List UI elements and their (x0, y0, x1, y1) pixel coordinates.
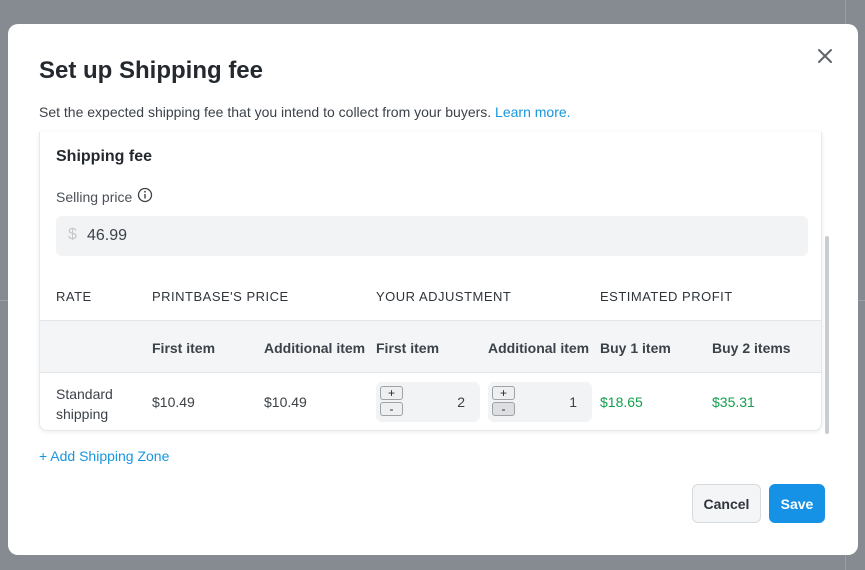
column-header-rate: RATE (56, 289, 92, 304)
increment-button[interactable]: + (492, 386, 515, 400)
selling-price-label: Selling price (56, 189, 133, 205)
column-header-printbase-price: PRINTBASE'S PRICE (152, 289, 289, 304)
adjust-first-item-stepper: + - 2 (376, 382, 480, 422)
price-first-item: $10.49 (152, 394, 195, 410)
subheader-adjust-additional-item: Additional item (488, 340, 590, 356)
close-button[interactable] (813, 44, 837, 68)
info-icon[interactable] (137, 187, 153, 203)
subtitle-text: Set the expected shipping fee that you i… (39, 104, 492, 120)
currency-symbol: $ (68, 226, 77, 243)
column-header-your-adjustment: YOUR ADJUSTMENT (376, 289, 512, 304)
decrement-button[interactable]: - (492, 402, 515, 416)
close-icon (818, 49, 832, 63)
column-header-estimated-profit: ESTIMATED PROFIT (600, 289, 733, 304)
shipping-fee-modal: Set up Shipping fee Set the expected shi… (8, 24, 858, 555)
scrollbar-thumb[interactable] (825, 236, 829, 434)
cancel-button[interactable]: Cancel (692, 484, 761, 523)
learn-more-link[interactable]: Learn more. (495, 104, 570, 120)
selling-price-field: $ (56, 216, 808, 256)
subheader-adjust-first-item: First item (376, 340, 440, 356)
section-title: Shipping fee (56, 148, 152, 165)
add-shipping-zone-link[interactable]: + Add Shipping Zone (39, 448, 169, 464)
selling-price-input[interactable] (87, 216, 387, 256)
rate-name: Standard shipping (56, 386, 113, 422)
adjust-additional-item-stepper: + - 1 (488, 382, 592, 422)
adjust-additional-item-value[interactable]: 1 (569, 394, 577, 410)
profit-buy-2-items: $35.31 (712, 394, 755, 410)
save-button[interactable]: Save (769, 484, 825, 523)
price-additional-item: $10.49 (264, 394, 307, 410)
modal-subtitle: Set the expected shipping fee that you i… (39, 104, 571, 120)
increment-button[interactable]: + (380, 386, 403, 400)
profit-buy-1-item: $18.65 (600, 394, 643, 410)
subheader-buy-2-items: Buy 2 items (712, 340, 791, 356)
subheader-price-first-item: First item (152, 340, 216, 356)
shipping-fee-card: Shipping fee Selling price $ RATE PRINTB… (39, 132, 822, 431)
subheader-buy-1-item: Buy 1 item (600, 340, 671, 356)
subheader-price-additional-item: Additional item (264, 340, 366, 356)
decrement-button[interactable]: - (380, 402, 403, 416)
modal-title: Set up Shipping fee (39, 57, 264, 84)
adjust-first-item-value[interactable]: 2 (457, 394, 465, 410)
